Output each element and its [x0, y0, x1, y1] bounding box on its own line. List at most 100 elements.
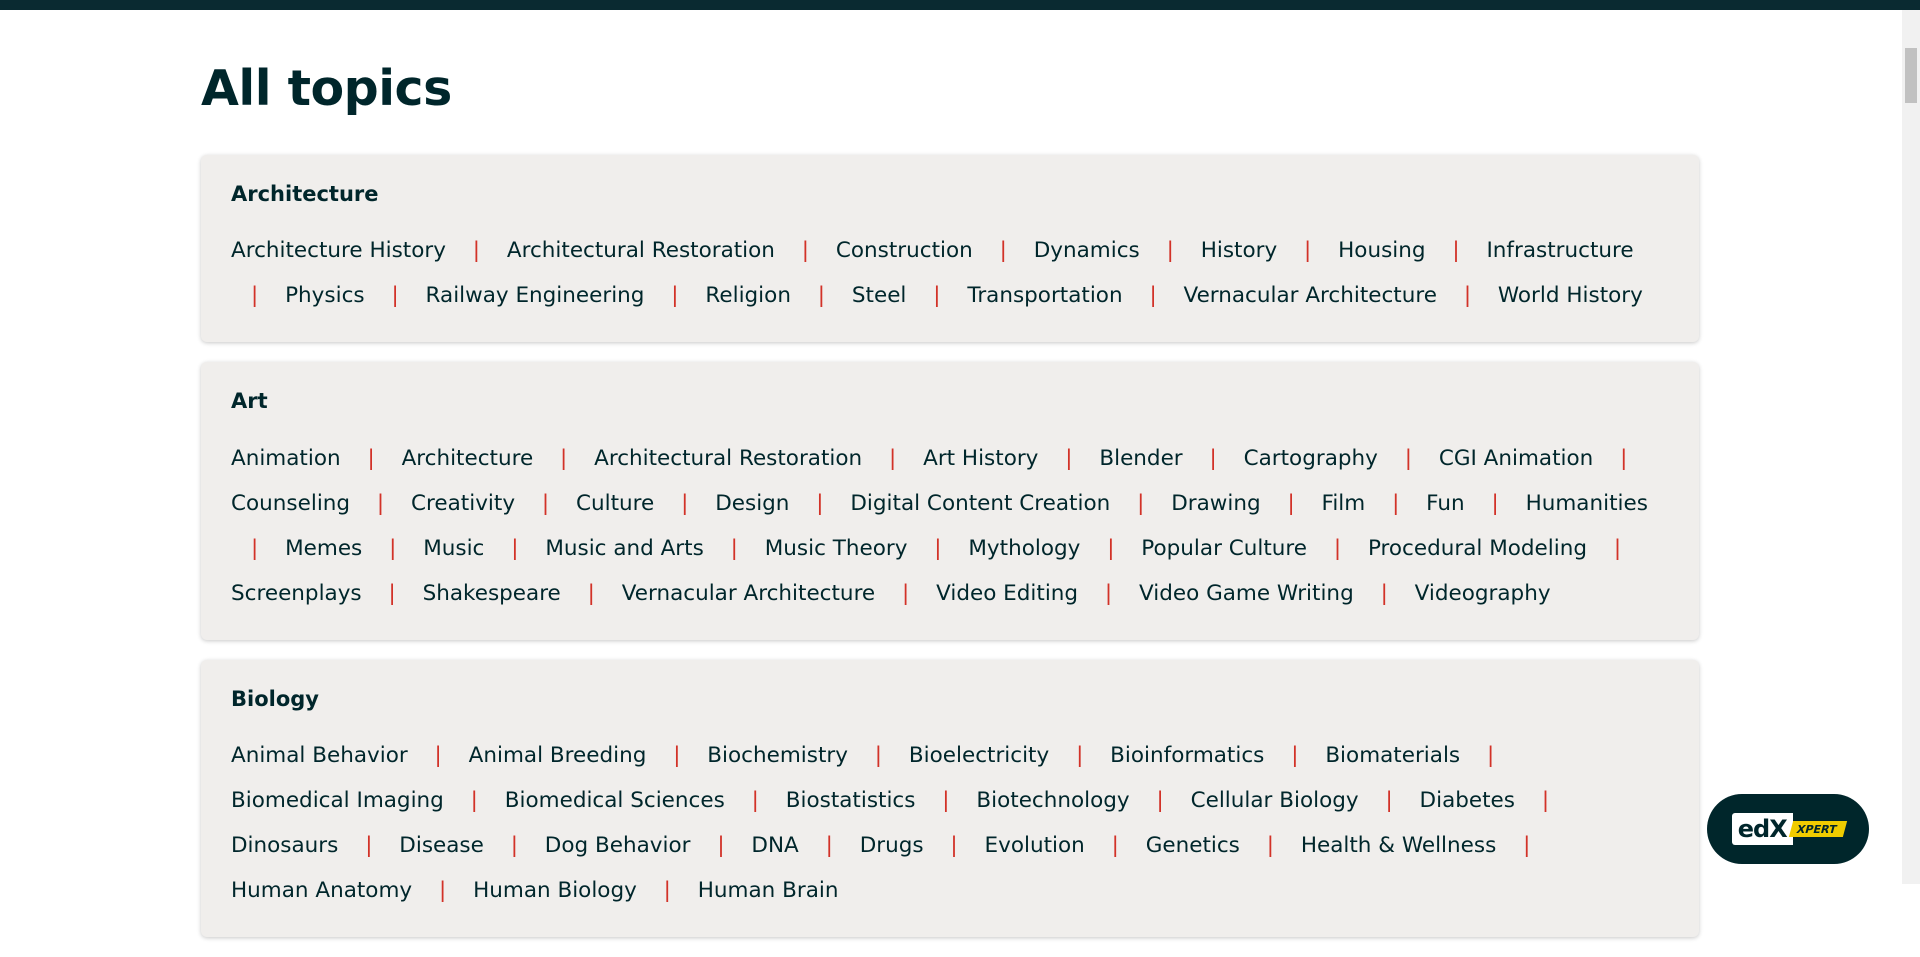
category-title: Biology: [231, 686, 319, 711]
topic-link[interactable]: Music: [423, 536, 484, 561]
scrollbar-thumb[interactable]: [1905, 48, 1917, 103]
topic-separator: |: [1304, 238, 1312, 264]
topic-separator: |: [1149, 283, 1157, 309]
topic-link[interactable]: Design: [715, 491, 789, 516]
topic-link[interactable]: Dinosaurs: [231, 833, 338, 858]
topic-link[interactable]: Screenplays: [231, 581, 362, 606]
topic-separator: |: [560, 445, 568, 471]
topic-link[interactable]: Infrastructure: [1486, 238, 1633, 263]
topic-separator: |: [1065, 445, 1073, 471]
topic-separator: |: [1156, 787, 1164, 813]
category-title: Art: [231, 389, 268, 414]
topic-link[interactable]: Architectural Restoration: [594, 446, 862, 471]
topic-link[interactable]: Genetics: [1146, 833, 1240, 858]
topic-link[interactable]: Humanities: [1526, 491, 1648, 516]
topic-separator: |: [438, 877, 447, 903]
topic-link[interactable]: Mythology: [968, 536, 1080, 561]
topic-link[interactable]: Construction: [836, 238, 973, 263]
topic-link[interactable]: Cartography: [1244, 446, 1378, 471]
topic-separator: |: [874, 742, 883, 768]
topic-link[interactable]: Art History: [923, 446, 1038, 471]
topic-link[interactable]: Vernacular Architecture: [622, 581, 875, 606]
topic-link[interactable]: Music and Arts: [545, 536, 703, 561]
xpert-chat-button[interactable]: edX XPERT: [1707, 794, 1869, 864]
topic-link[interactable]: Fun: [1426, 491, 1464, 516]
topic-link[interactable]: Steel: [852, 283, 907, 308]
topic-link[interactable]: Diabetes: [1420, 788, 1515, 813]
topic-link[interactable]: Popular Culture: [1141, 536, 1307, 561]
topic-link[interactable]: Videography: [1415, 581, 1551, 606]
topic-link[interactable]: Memes: [285, 536, 362, 561]
topic-link[interactable]: Film: [1322, 491, 1366, 516]
xpert-tag: XPERT: [1788, 821, 1847, 837]
topic-link[interactable]: Dynamics: [1034, 238, 1140, 263]
topic-link[interactable]: CGI Animation: [1439, 446, 1593, 471]
topic-link[interactable]: Dog Behavior: [545, 833, 691, 858]
topic-link[interactable]: Culture: [576, 491, 654, 516]
topic-link[interactable]: Biostatistics: [786, 788, 916, 813]
topic-link[interactable]: Video Editing: [936, 581, 1078, 606]
topic-separator: |: [730, 535, 738, 561]
topic-link[interactable]: Blender: [1099, 446, 1182, 471]
topic-link[interactable]: Transportation: [967, 283, 1122, 308]
topic-link[interactable]: Human Biology: [473, 878, 637, 903]
topic-link[interactable]: Drawing: [1171, 491, 1260, 516]
topic-link[interactable]: Creativity: [411, 491, 515, 516]
topic-link[interactable]: Animation: [231, 446, 341, 471]
topic-separator: |: [376, 490, 385, 516]
topic-separator: |: [816, 490, 824, 516]
topic-separator: |: [510, 832, 518, 858]
topic-link[interactable]: Biomedical Imaging: [231, 788, 444, 813]
topic-link[interactable]: Cellular Biology: [1191, 788, 1359, 813]
edx-logo-text: edX: [1731, 813, 1793, 845]
topic-separator: |: [1291, 742, 1299, 768]
topic-link[interactable]: Bioelectricity: [909, 743, 1049, 768]
topic-link[interactable]: History: [1201, 238, 1278, 263]
topic-separator: |: [1209, 445, 1217, 471]
topic-link[interactable]: Shakespeare: [423, 581, 561, 606]
topic-separator: |: [817, 283, 826, 309]
topic-separator: |: [391, 283, 399, 309]
topic-link[interactable]: Biotechnology: [976, 788, 1129, 813]
topic-link[interactable]: Drugs: [860, 833, 924, 858]
topic-categories: Architecture Architecture History | Arch…: [201, 155, 1699, 957]
topic-link[interactable]: Video Game Writing: [1139, 581, 1354, 606]
topic-link[interactable]: Architecture History: [231, 238, 446, 263]
topic-separator: |: [934, 535, 942, 561]
topic-link[interactable]: Procedural Modeling: [1368, 536, 1587, 561]
topic-link[interactable]: Bioinformatics: [1110, 743, 1264, 768]
topic-link[interactable]: Religion: [705, 283, 791, 308]
topic-separator: |: [751, 787, 759, 813]
topic-link[interactable]: Health & Wellness: [1301, 833, 1496, 858]
category-card-art: Art Animation | Architecture | Architect…: [201, 362, 1699, 640]
topic-link[interactable]: Animal Behavior: [231, 743, 408, 768]
topic-link[interactable]: Architecture: [402, 446, 534, 471]
topic-link[interactable]: Counseling: [231, 491, 350, 516]
topic-link[interactable]: Housing: [1338, 238, 1425, 263]
vertical-scrollbar[interactable]: [1902, 10, 1920, 884]
topic-link[interactable]: Biochemistry: [707, 743, 848, 768]
topic-separator: |: [587, 580, 595, 606]
topic-separator: |: [1613, 535, 1622, 561]
topic-link[interactable]: World History: [1498, 283, 1643, 308]
topic-link[interactable]: Evolution: [985, 833, 1085, 858]
topic-link[interactable]: Music Theory: [765, 536, 908, 561]
topic-separator: |: [511, 535, 519, 561]
topic-link[interactable]: Human Anatomy: [231, 878, 412, 903]
topic-link[interactable]: Animal Breeding: [469, 743, 647, 768]
topic-link[interactable]: Architectural Restoration: [507, 238, 775, 263]
topic-separator: |: [1491, 490, 1499, 516]
topic-link[interactable]: Digital Content Creation: [850, 491, 1110, 516]
topic-link[interactable]: Biomaterials: [1325, 743, 1460, 768]
topic-link[interactable]: Vernacular Architecture: [1184, 283, 1437, 308]
topic-separator: |: [1333, 535, 1342, 561]
topic-link[interactable]: Biomedical Sciences: [505, 788, 725, 813]
topic-link[interactable]: Railway Engineering: [426, 283, 645, 308]
topic-link[interactable]: Human Brain: [698, 878, 839, 903]
topic-link[interactable]: Physics: [285, 283, 365, 308]
topic-separator: |: [1404, 445, 1412, 471]
topic-link[interactable]: Disease: [399, 833, 484, 858]
topic-link[interactable]: DNA: [751, 833, 798, 858]
topic-separator: |: [1452, 238, 1460, 264]
topic-separator: |: [1104, 580, 1113, 606]
